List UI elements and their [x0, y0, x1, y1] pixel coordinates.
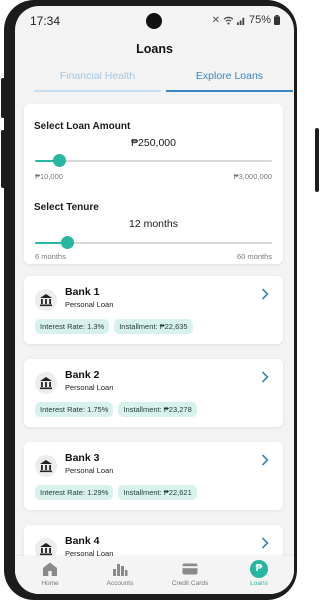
interest-rate-badge: Interest Rate: 1.75%	[35, 402, 114, 417]
nav-accounts[interactable]: Accounts	[85, 560, 155, 587]
app-screen: 17:34 ✕ 75% Loans Financial Health Explo…	[15, 6, 294, 594]
loan-amount-slider-thumb[interactable]	[52, 154, 66, 167]
chevron-right-icon[interactable]	[261, 371, 269, 383]
status-bar: 17:34 ✕ 75%	[15, 6, 294, 36]
chevron-right-icon[interactable]	[261, 454, 269, 466]
nav-loans-label: Loans	[250, 580, 268, 587]
bank-name: Bank 1	[65, 286, 100, 298]
phone-frame: 17:34 ✕ 75% Loans Financial Health Explo…	[4, 0, 297, 600]
bank-name: Bank 4	[65, 535, 100, 547]
nav-home[interactable]: Home	[15, 560, 85, 587]
loan-amount-max: ₱3,000,000	[233, 172, 272, 181]
bank-name: Bank 3	[65, 452, 100, 464]
nav-loans[interactable]: ₱ Loans	[224, 560, 294, 587]
loan-amount-title: Select Loan Amount	[34, 121, 131, 132]
mute-icon: ✕	[211, 14, 220, 26]
home-icon	[43, 562, 57, 576]
wifi-icon	[223, 16, 234, 25]
tenure-value: 12 months	[128, 218, 179, 230]
chevron-right-icon[interactable]	[261, 537, 269, 549]
tenure-slider-thumb[interactable]	[60, 236, 74, 249]
tab-financial-health[interactable]: Financial Health	[34, 68, 161, 92]
loan-type: Personal Loan	[65, 466, 114, 475]
loan-amount-value: ₱250,000	[131, 137, 176, 149]
phone-power-button	[315, 128, 319, 192]
bank-name: Bank 2	[65, 369, 100, 381]
bottom-nav: Home Accounts Credit Cards ₱ Loans	[15, 556, 294, 594]
nav-home-label: Home	[41, 580, 59, 587]
battery-icon	[274, 15, 280, 25]
loan-calculator-card: Select Loan Amount ₱250,000 ₱10,000 ₱3,0…	[24, 104, 283, 264]
chevron-right-icon[interactable]	[261, 288, 269, 300]
installment-badge: Installment: ₱23,278	[118, 402, 197, 417]
tenure-slider[interactable]	[35, 236, 272, 249]
battery-percent: 75%	[248, 14, 271, 26]
signal-icon	[236, 17, 245, 25]
tab-bar: Financial Health Explore Loans	[34, 68, 293, 92]
bank-icon	[35, 289, 57, 311]
credit-card-icon	[182, 563, 198, 575]
bank-card[interactable]: Bank 2 Personal Loan Interest Rate: 1.75…	[24, 359, 283, 427]
interest-rate-badge: Interest Rate: 1.3%	[35, 319, 110, 334]
bank-icon	[35, 455, 57, 477]
loan-type: Personal Loan	[65, 300, 114, 309]
loan-type: Personal Loan	[65, 383, 114, 392]
bank-icon	[35, 372, 57, 394]
status-time: 17:34	[30, 14, 61, 28]
nav-credit-cards-label: Credit Cards	[171, 580, 209, 587]
page-title: Loans	[136, 42, 173, 56]
loan-amount-slider[interactable]	[35, 154, 272, 167]
status-indicators: ✕ 75%	[212, 14, 280, 26]
installment-badge: Installment: ₱22,635	[114, 319, 193, 334]
tenure-min: 6 months	[35, 252, 66, 261]
bank-card[interactable]: Bank 3 Personal Loan Interest Rate: 1.29…	[24, 442, 283, 510]
installment-badge: Installment: ₱22,621	[118, 485, 197, 500]
peso-icon: ₱	[250, 560, 268, 578]
bar-chart-icon	[113, 564, 128, 576]
tab-explore-loans[interactable]: Explore Loans	[166, 68, 293, 92]
tenure-max: 60 months	[236, 252, 272, 261]
tenure-title: Select Tenure	[34, 202, 99, 213]
interest-rate-badge: Interest Rate: 1.29%	[35, 485, 114, 500]
nav-accounts-label: Accounts	[106, 580, 134, 587]
front-camera	[146, 13, 162, 29]
nav-credit-cards[interactable]: Credit Cards	[155, 560, 225, 587]
loan-amount-min: ₱10,000	[35, 172, 63, 181]
bank-card[interactable]: Bank 1 Personal Loan Interest Rate: 1.3%…	[24, 276, 283, 344]
